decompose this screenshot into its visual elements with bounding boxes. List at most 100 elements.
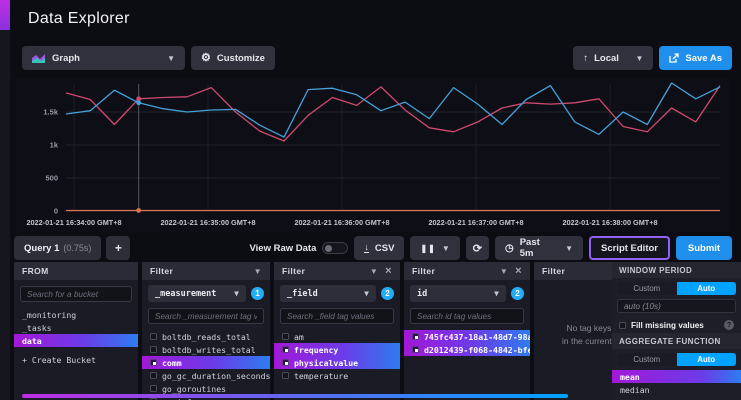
submit-button[interactable]: Submit — [676, 236, 732, 260]
checkbox[interactable] — [150, 385, 157, 392]
list-item[interactable]: median — [612, 383, 741, 396]
list-item[interactable]: am — [274, 330, 400, 343]
export-icon — [669, 53, 679, 63]
pause-dropdown-button[interactable]: ❚❚ ▼ — [410, 236, 459, 260]
time-range-dropdown[interactable]: ◷ Past 5m ▼ — [495, 236, 583, 260]
list-item[interactable]: _tasks — [14, 321, 138, 334]
item-label: d2012439-f068-4842-bfef-8… — [424, 345, 530, 355]
measurement-search-input[interactable] — [148, 308, 264, 324]
list-item[interactable]: boltdb_reads_total — [142, 330, 270, 343]
item-label: comm — [162, 358, 182, 368]
chevron-down-icon[interactable]: ▼ — [254, 267, 262, 276]
horizontal-scrollbar[interactable] — [22, 394, 568, 398]
list-item[interactable]: physicalvalue — [274, 356, 400, 369]
list-item[interactable]: data — [14, 334, 138, 347]
window-period-mode-toggle[interactable]: Custom Auto — [617, 282, 736, 295]
checkbox[interactable] — [282, 372, 289, 379]
visualization-type-dropdown[interactable]: Graph ▼ — [22, 46, 185, 70]
filter-header-label: Filter — [412, 266, 435, 276]
filter-panel-measurement: Filter ▼ _measurement ▼ 1 boltdb_reads_t… — [142, 262, 270, 400]
scope-dropdown[interactable]: ↑ Local ▼ — [573, 46, 653, 70]
item-label: am — [294, 332, 304, 342]
page-title: Data Explorer — [28, 10, 130, 28]
list-item[interactable]: mean — [612, 370, 741, 383]
list-item[interactable]: go_gc_duration_seconds — [142, 369, 270, 382]
customize-label: Customize — [217, 53, 265, 64]
filter-header-label: Filter — [282, 266, 305, 276]
close-icon[interactable]: × — [385, 266, 392, 277]
chevron-down-icon: ▼ — [364, 289, 369, 298]
add-query-button[interactable]: + — [106, 236, 130, 260]
filter-header: Filter ▼ × — [274, 262, 400, 280]
query-tab[interactable]: Query 1 (0.75s) — [14, 236, 101, 260]
aggregate-function-list: mean medianlast — [612, 370, 741, 400]
csv-label: CSV — [375, 243, 395, 254]
list-item[interactable]: temperature — [274, 369, 400, 382]
svg-text:0: 0 — [54, 207, 58, 216]
query-toolbar: Query 1 (0.75s) + View Raw Data ↓ CSV ❚❚… — [14, 236, 732, 260]
field-search-input[interactable] — [280, 308, 394, 324]
csv-download-button[interactable]: ↓ CSV — [354, 236, 404, 260]
fill-missing-checkbox[interactable] — [619, 322, 626, 329]
checkbox[interactable] — [150, 346, 157, 353]
window-period-input[interactable]: auto (10s) — [617, 299, 736, 313]
window-period-header: WINDOW PERIOD — [612, 262, 741, 278]
item-label: go_gc_duration_seconds — [162, 371, 270, 381]
help-icon[interactable]: ? — [724, 320, 734, 330]
list-item[interactable]: d2012439-f068-4842-bfef-8… — [404, 343, 530, 356]
list-item[interactable]: comm — [142, 356, 270, 369]
custom-option[interactable]: Custom — [617, 353, 677, 366]
customize-button[interactable]: ⚙ Customize — [191, 46, 275, 70]
gear-icon: ⚙ — [201, 53, 211, 64]
svg-text:2022-01-21 16:37:00 GMT+8: 2022-01-21 16:37:00 GMT+8 — [428, 218, 523, 227]
auto-option[interactable]: Auto — [677, 282, 737, 295]
bucket-search-input[interactable] — [20, 286, 132, 302]
chevron-down-icon: ▼ — [565, 244, 573, 253]
aggregate-mode-toggle[interactable]: Custom Auto — [617, 353, 736, 366]
svg-text:2022-01-21 16:38:00 GMT+8: 2022-01-21 16:38:00 GMT+8 — [562, 218, 657, 227]
chevron-down-icon[interactable]: ▼ — [500, 267, 508, 276]
item-label: median — [620, 385, 650, 395]
checkbox[interactable] — [412, 346, 419, 353]
checkbox[interactable] — [150, 372, 157, 379]
nav-rail — [0, 0, 10, 400]
refresh-button[interactable]: ⟳ — [466, 236, 489, 260]
selected-count-badge: 1 — [251, 287, 264, 300]
from-header-label: FROM — [22, 266, 49, 276]
svg-text:2022-01-21 16:36:00 GMT+8: 2022-01-21 16:36:00 GMT+8 — [294, 218, 389, 227]
clock-icon: ◷ — [505, 243, 514, 254]
tag-key-dropdown[interactable]: _measurement ▼ — [148, 285, 246, 302]
create-bucket-button[interactable]: + Create Bucket — [14, 353, 138, 366]
checkbox[interactable] — [282, 359, 289, 366]
script-editor-button[interactable]: Script Editor — [589, 236, 670, 260]
auto-option[interactable]: Auto — [677, 353, 737, 366]
save-as-button[interactable]: Save As — [659, 46, 732, 70]
save-as-label: Save As — [685, 53, 722, 64]
svg-text:500: 500 — [45, 174, 58, 183]
time-range-label: Past 5m — [520, 237, 553, 259]
custom-option[interactable]: Custom — [617, 282, 677, 295]
arrow-up-icon: ↑ — [583, 53, 588, 64]
app-logo[interactable] — [0, 0, 10, 30]
fill-missing-label: Fill missing values — [631, 321, 719, 330]
id-search-input[interactable] — [410, 308, 524, 324]
checkbox[interactable] — [412, 333, 419, 340]
list-item[interactable]: boltdb_writes_total — [142, 343, 270, 356]
close-icon[interactable]: × — [515, 266, 522, 277]
checkbox[interactable] — [282, 333, 289, 340]
checkbox[interactable] — [150, 333, 157, 340]
svg-text:2022-01-21 16:35:00 GMT+8: 2022-01-21 16:35:00 GMT+8 — [160, 218, 255, 227]
time-series-chart[interactable]: 05001k1.5k2022-01-21 16:34:00 GMT+82022-… — [14, 78, 730, 232]
list-item[interactable]: 745fc437-18a1-48d7-98a6-7… — [404, 330, 530, 343]
tag-key-dropdown[interactable]: _field ▼ — [280, 285, 376, 302]
checkbox[interactable] — [282, 346, 289, 353]
svg-text:2022-01-21 16:34:00 GMT+8: 2022-01-21 16:34:00 GMT+8 — [26, 218, 121, 227]
list-item[interactable]: _monitoring — [14, 308, 138, 321]
list-item[interactable]: frequency — [274, 343, 400, 356]
chevron-down-icon[interactable]: ▼ — [370, 267, 378, 276]
list-item[interactable]: last — [612, 396, 741, 400]
item-label: go_goroutines — [162, 384, 226, 394]
checkbox[interactable] — [150, 359, 157, 366]
view-raw-data-toggle[interactable] — [322, 242, 348, 254]
tag-key-dropdown[interactable]: id ▼ — [410, 285, 506, 302]
